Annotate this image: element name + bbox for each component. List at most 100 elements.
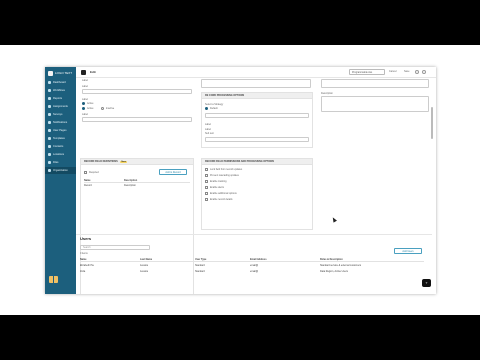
required-checkbox[interactable] [84,171,87,174]
field-label: Label [205,128,211,131]
chat-help-icon[interactable]: ? [422,279,431,287]
option-label: Lock field from record updates [210,168,243,171]
sidebar-item-files[interactable]: Files [45,159,76,166]
sidebar-item-organization[interactable]: Organization [45,167,76,174]
description-textarea[interactable] [321,96,429,112]
column-header: Roles & Description [320,258,343,261]
file-icon [48,161,51,164]
page-title: Edit [90,70,96,74]
option-checkbox[interactable] [205,198,208,201]
app-icon [81,70,86,75]
table-row[interactable]: Elizabeth Pie Jessica Standard email@ St… [80,264,424,267]
add-to-record-button[interactable]: Add to Record [159,169,187,175]
text-input-1[interactable] [82,89,192,94]
strategy-radio[interactable] [205,107,208,110]
radio-option[interactable] [101,107,104,110]
reports-icon [48,97,51,100]
value-input[interactable] [205,137,309,142]
bell-icon [48,121,51,124]
sidebar-item-label: Assignments [53,105,68,108]
sidebar-item-contacts[interactable]: Contacts [45,143,76,150]
radio-option[interactable] [82,107,85,110]
assignments-icon [48,105,51,108]
table-row[interactable]: Zulia Jessica Standard email@ Data Regio… [80,270,424,273]
sidebar-item-dashboard[interactable]: Dashboard [45,79,76,86]
option-checkbox[interactable] [205,186,208,189]
field-definitions-panel: RECORD FIELD DEFINITIONS New Required Ad… [80,158,194,294]
location-icon [48,153,51,156]
right-input-top[interactable] [321,79,429,88]
sidebar-item-label: Dashboard [53,81,66,84]
sidebar-item-locations[interactable]: Locations [45,151,76,158]
divider [76,234,432,235]
sidebar-item-user-pages[interactable]: User Pages [45,127,76,134]
column-header: Description [124,179,138,182]
item-count: 0 items [80,252,88,255]
field-label: Label [82,113,88,116]
option-checkbox[interactable] [205,174,208,177]
panel-title: RECORD FIELD PERMISSIONS AND PROCESSING … [202,159,312,165]
sidebar-item-workflows[interactable]: Workflows [45,87,76,94]
users-search-input[interactable]: Search [80,245,150,250]
sidebar-item-label: User Pages [53,129,67,132]
text-input-top[interactable] [201,79,311,88]
sidebar-item-templates[interactable]: Templates [45,135,76,142]
cell-name: Elizabeth Pie [80,264,94,267]
users-table-header: Name Last Name User Type Email Address R… [80,258,424,262]
workspace-select[interactable]: Programmable Ass [349,69,385,75]
book-icon[interactable] [49,276,58,283]
cancel-button[interactable]: Cancel [389,69,396,75]
sidebar-item-reports[interactable]: Reports [45,95,76,102]
sidebar-item-surveys[interactable]: Surveys [45,111,76,118]
brand-name: LOGO TEXT [55,71,73,75]
column-header: Name [84,179,91,182]
record-processing-panel: RE CORD PROCESSING OPTIONS Select a Stra… [201,92,313,148]
letterbox-bottom [0,315,480,360]
section-title: Users [80,236,92,241]
radio-label: Default [210,107,218,110]
top-bar: Edit Programmable Ass Cancel Save [76,67,436,78]
text-input-2[interactable] [82,117,192,122]
app-window: LOGO TEXT Dashboard Workflows Reports As… [45,67,436,294]
search-placeholder: Search [83,246,91,249]
close-icon[interactable] [422,70,426,74]
radio-group-title: Label [82,98,88,101]
strategy-input[interactable] [205,113,309,118]
panel-header: RECORD FIELD DEFINITIONS New [81,159,193,165]
column-header: Last Name [140,258,153,261]
cell-email: email@ [250,270,259,273]
sidebar-item-label: Reports [53,97,63,100]
radio-label: Active [87,107,94,110]
sidebar-item-label: Locations [53,153,65,156]
option-label: Prevent cascading updates [210,174,239,177]
cell-last-name: Jessica [140,270,148,273]
radio-label: Inactive [106,107,115,110]
option-checkbox[interactable] [205,168,208,171]
field-label: Label [82,85,88,88]
option-label: Enable record details [210,198,233,201]
main-content: Label Label Label Active Active Inactive… [76,78,432,294]
save-button[interactable]: Save [404,69,409,75]
workflow-icon [48,89,51,92]
settings-icon[interactable] [415,70,419,74]
radio-label: Active [87,102,94,105]
radio-option[interactable] [82,102,85,105]
option-checkbox[interactable] [205,180,208,183]
add-users-button[interactable]: Add Users [394,248,422,254]
table-row[interactable]: Record Description [84,184,190,187]
column-header: Email Address [250,258,267,261]
cell-user-type: Standard [195,264,205,267]
sidebar-item-notifications[interactable]: Notifications [45,119,76,126]
option-checkbox[interactable] [205,192,208,195]
logo-icon [48,71,53,76]
brand-logo[interactable]: LOGO TEXT [48,70,74,77]
surveys-icon [48,113,51,116]
sidebar-item-assignments[interactable]: Assignments [45,103,76,110]
option-label: Enable additional options [210,192,237,195]
cell-name: Zulia [80,270,86,273]
scrollbar[interactable] [431,107,433,139]
column-header: Name [80,258,87,261]
new-badge: New [120,161,127,163]
sidebar-item-label: Templates [53,137,65,140]
contacts-icon [48,145,51,148]
